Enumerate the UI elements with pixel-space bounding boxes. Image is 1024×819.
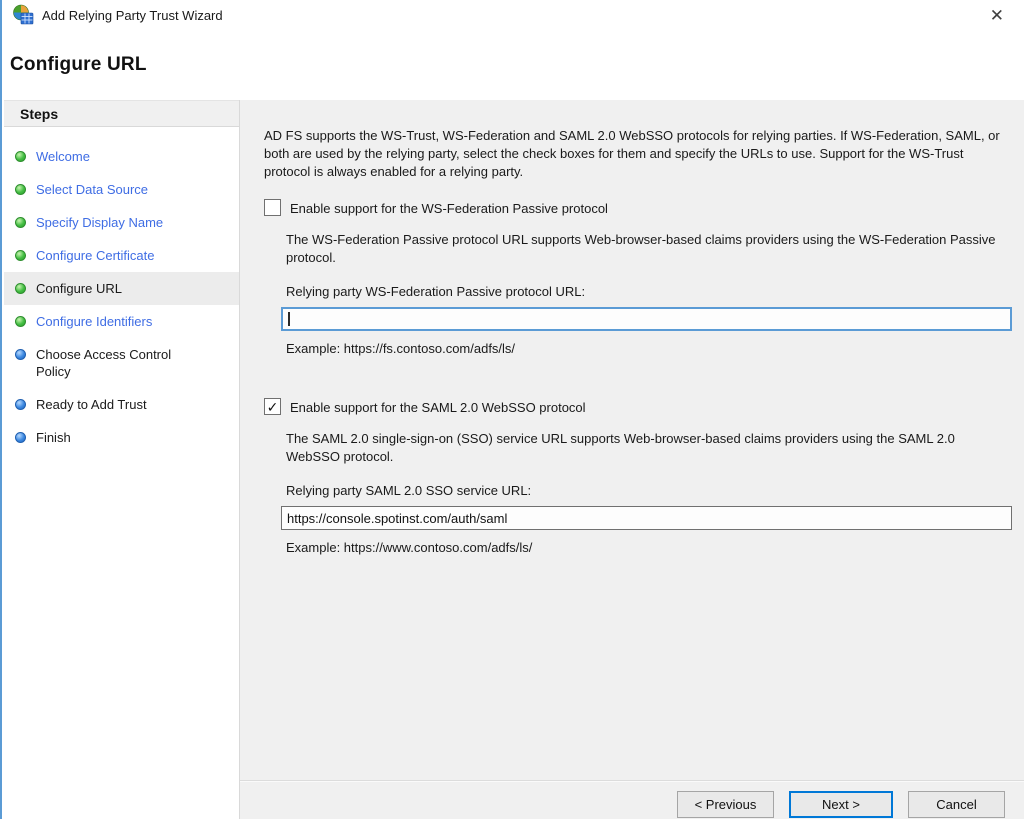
wsfed-checkbox-row: Enable support for the WS-Federation Pas… <box>264 199 1012 218</box>
cancel-button[interactable]: Cancel <box>908 791 1005 818</box>
wizard-footer: < Previous Next > Cancel <box>240 780 1024 819</box>
sidebar-step-configure-url[interactable]: Configure URL <box>4 272 239 305</box>
step-completed-bullet-icon <box>15 184 26 195</box>
wsfed-url-input[interactable] <box>281 307 1012 331</box>
next-button[interactable]: Next > <box>789 791 893 818</box>
wsfed-checkbox[interactable] <box>264 199 281 216</box>
adfs-globe-grid-icon <box>12 4 34 26</box>
title-bar: Add Relying Party Trust Wizard ✕ <box>2 0 1024 30</box>
step-completed-bullet-icon <box>15 217 26 228</box>
wsfed-checkbox-label[interactable]: Enable support for the WS-Federation Pas… <box>290 199 608 218</box>
steps-header: Steps <box>4 100 239 127</box>
sidebar-step-ready-to-add-trust[interactable]: Ready to Add Trust <box>4 388 239 421</box>
text-cursor <box>288 312 290 326</box>
close-icon[interactable]: ✕ <box>984 5 1010 26</box>
steps-list: Welcome Select Data Source Specify Displ… <box>4 127 239 454</box>
wizard-window: Add Relying Party Trust Wizard ✕ Configu… <box>0 0 1024 819</box>
step-completed-bullet-icon <box>15 151 26 162</box>
step-pending-bullet-icon <box>15 432 26 443</box>
step-completed-bullet-icon <box>15 283 26 294</box>
main-panel: AD FS supports the WS-Trust, WS-Federati… <box>240 100 1024 819</box>
saml-checkbox-checked[interactable]: ✓ <box>264 398 281 415</box>
window-title: Add Relying Party Trust Wizard <box>42 8 223 23</box>
sidebar-step-choose-access-control-policy[interactable]: Choose Access Control Policy <box>4 338 239 388</box>
previous-button[interactable]: < Previous <box>677 791 774 818</box>
step-pending-bullet-icon <box>15 399 26 410</box>
steps-sidebar: Steps Welcome Select Data Source Specify… <box>4 100 240 819</box>
saml-example-text: Example: https://www.contoso.com/adfs/ls… <box>286 539 1012 557</box>
heading-band: Configure URL <box>2 30 1024 100</box>
intro-text: AD FS supports the WS-Trust, WS-Federati… <box>264 127 1012 181</box>
wsfed-example-text: Example: https://fs.contoso.com/adfs/ls/ <box>286 340 1012 358</box>
wsfed-url-label: Relying party WS-Federation Passive prot… <box>286 283 1012 301</box>
step-completed-bullet-icon <box>15 316 26 327</box>
step-completed-bullet-icon <box>15 250 26 261</box>
sidebar-step-specify-display-name[interactable]: Specify Display Name <box>4 206 239 239</box>
sidebar-step-select-data-source[interactable]: Select Data Source <box>4 173 239 206</box>
page-title: Configure URL <box>10 54 1024 76</box>
saml-section: The SAML 2.0 single-sign-on (SSO) servic… <box>286 430 1012 557</box>
saml-url-input[interactable] <box>281 506 1012 530</box>
sidebar-step-configure-certificate[interactable]: Configure Certificate <box>4 239 239 272</box>
saml-url-label: Relying party SAML 2.0 SSO service URL: <box>286 482 1012 500</box>
saml-description: The SAML 2.0 single-sign-on (SSO) servic… <box>286 430 1012 466</box>
sidebar-step-configure-identifiers[interactable]: Configure Identifiers <box>4 305 239 338</box>
sidebar-step-welcome[interactable]: Welcome <box>4 140 239 173</box>
sidebar-step-finish[interactable]: Finish <box>4 421 239 454</box>
step-pending-bullet-icon <box>15 349 26 360</box>
saml-checkbox-label[interactable]: Enable support for the SAML 2.0 WebSSO p… <box>290 398 586 417</box>
wsfed-description: The WS-Federation Passive protocol URL s… <box>286 231 1012 267</box>
saml-checkbox-row: ✓ Enable support for the SAML 2.0 WebSSO… <box>264 398 1012 417</box>
wsfed-section: The WS-Federation Passive protocol URL s… <box>286 231 1012 358</box>
